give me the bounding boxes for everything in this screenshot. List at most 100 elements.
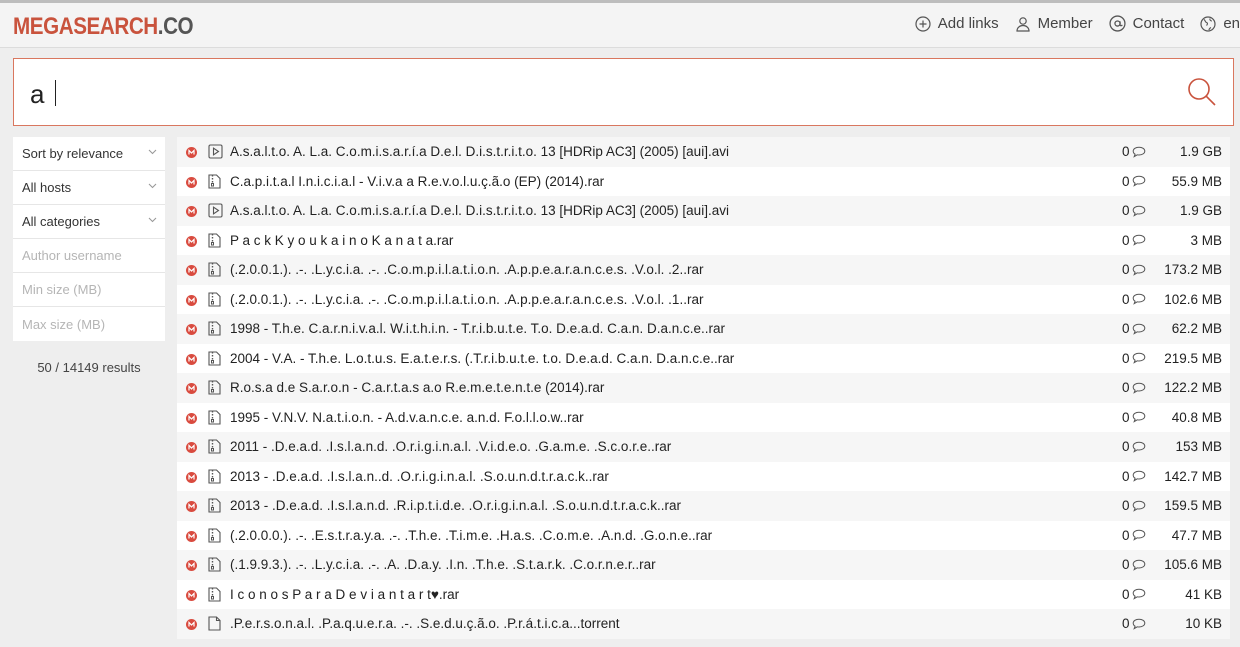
- min-size-input[interactable]: Min size (MB): [13, 273, 165, 307]
- max-size-placeholder: Max size (MB): [22, 316, 106, 332]
- file-type: [208, 380, 221, 398]
- comment-count-value: 0: [1122, 144, 1130, 159]
- comment-count-value: 0: [1122, 498, 1130, 513]
- comment-count[interactable]: 0: [1122, 144, 1146, 159]
- archive-file-icon: [208, 468, 221, 484]
- author-username-input[interactable]: Author username: [13, 239, 165, 273]
- add-links-link[interactable]: Add links: [915, 15, 999, 32]
- search-input[interactable]: [28, 77, 1152, 111]
- comment-count[interactable]: 0: [1122, 616, 1146, 631]
- archive-file-icon: [208, 409, 221, 425]
- result-row[interactable]: 2013 - .D.e.a.d. .I.s.l.a.n..d. .O.r.i.g…: [177, 461, 1230, 491]
- comment-count-value: 0: [1122, 203, 1130, 218]
- result-row[interactable]: C.a.p.i.t.a.l I.n.i.c.i.a.l - V.i.v.a a …: [177, 166, 1230, 196]
- mega-host-icon: [186, 176, 197, 188]
- comment-count-value: 0: [1122, 232, 1130, 248]
- result-title[interactable]: A.s.a.l.t.o. A. L.a. C.o.m.i.s.a.r.í.a D…: [230, 144, 729, 159]
- result-title[interactable]: 2013 - .D.e.a.d. .I.s.l.a.n..d. .O.r.i.g…: [230, 469, 609, 484]
- result-row[interactable]: 2004 - V.A. - T.h.e. L.o.t.u.s. E.a.t.e.…: [177, 343, 1230, 373]
- results-list: A.s.a.l.t.o. A. L.a. C.o.m.i.s.a.r.í.a D…: [177, 137, 1230, 639]
- file-type: [208, 232, 221, 251]
- result-row[interactable]: (.2.0.0.1.). .-. .L.y.c.i.a. .-. .C.o.m.…: [177, 255, 1230, 285]
- comment-count[interactable]: 0: [1122, 351, 1146, 366]
- hosts-select[interactable]: All hosts: [13, 171, 165, 205]
- host-badge: [186, 559, 197, 574]
- result-title[interactable]: 2011 - .D.e.a.d. .I.s.l.a.n.d. .O.r.i.g.…: [230, 439, 671, 454]
- mega-host-icon: [186, 530, 197, 542]
- result-title[interactable]: 1998 - T.h.e. C.a.r.n.i.v.a.l. W.i.t.h.i…: [230, 321, 725, 336]
- comment-icon: [1132, 146, 1145, 158]
- comment-count[interactable]: 0: [1122, 439, 1146, 454]
- site-logo[interactable]: MEGASEARCH.CO: [13, 13, 194, 41]
- result-title[interactable]: 1995 - V.N.V. N.a.t.i.o.n. - A.d.v.a.n.c…: [230, 410, 584, 425]
- result-title[interactable]: .P.e.r.s.o.n.a.l. .P.a.q.u.e.r.a. .-. .S…: [230, 616, 619, 631]
- result-title[interactable]: 2004 - V.A. - T.h.e. L.o.t.u.s. E.a.t.e.…: [230, 351, 734, 366]
- comment-count[interactable]: 0: [1122, 292, 1146, 307]
- archive-file-icon: [208, 350, 221, 366]
- host-badge: [186, 146, 197, 161]
- comment-count-value: 0: [1122, 350, 1130, 366]
- mega-host-icon: [186, 324, 197, 335]
- result-title[interactable]: R.o.s.a d.e S.a.r.o.n - C.a.r.t.a.s a.o …: [230, 380, 604, 395]
- host-badge: [186, 618, 197, 633]
- comment-count[interactable]: 0: [1122, 557, 1146, 572]
- result-row[interactable]: 1998 - T.h.e. C.a.r.n.i.v.a.l. W.i.t.h.i…: [177, 314, 1230, 344]
- result-title[interactable]: I c o n o s P a r a D e v i a n t a r t♥…: [230, 587, 459, 602]
- result-row[interactable]: 2013 - .D.e.a.d. .I.s.l.a.n.d. .R.i.p.t.…: [177, 491, 1230, 521]
- result-row[interactable]: 1995 - V.N.V. N.a.t.i.o.n. - A.d.v.a.n.c…: [177, 402, 1230, 432]
- result-title[interactable]: A.s.a.l.t.o. A. L.a. C.o.m.i.s.a.r.í.a D…: [230, 203, 729, 218]
- mega-host-icon: [186, 265, 197, 276]
- result-title[interactable]: (.2.0.0.1.). .-. .L.y.c.i.a. .-. .C.o.m.…: [230, 262, 703, 277]
- file-type: [208, 203, 223, 221]
- archive-file-icon: [208, 498, 221, 513]
- comment-count[interactable]: 0: [1122, 233, 1146, 248]
- result-row[interactable]: 2011 - .D.e.a.d. .I.s.l.a.n.d. .O.r.i.g.…: [177, 432, 1230, 462]
- result-row[interactable]: R.o.s.a d.e S.a.r.o.n - C.a.r.t.a.s a.o …: [177, 373, 1230, 403]
- add-links-label: Add links: [937, 15, 999, 32]
- archive-file-icon: [208, 527, 221, 543]
- archive-file-icon: [208, 586, 221, 602]
- result-row[interactable]: I c o n o s P a r a D e v i a n t a r t♥…: [177, 579, 1230, 609]
- comment-icon: [1132, 323, 1145, 335]
- mega-host-icon: [186, 471, 197, 483]
- comment-count[interactable]: 0: [1122, 469, 1146, 484]
- comment-count[interactable]: 0: [1122, 380, 1146, 395]
- comment-count[interactable]: 0: [1122, 587, 1146, 602]
- comment-count[interactable]: 0: [1122, 321, 1146, 336]
- member-link[interactable]: Member: [1015, 15, 1093, 32]
- contact-link[interactable]: Contact: [1109, 15, 1184, 32]
- host-badge: [186, 530, 197, 545]
- result-title[interactable]: C.a.p.i.t.a.l I.n.i.c.i.a.l - V.i.v.a a …: [230, 174, 604, 189]
- result-row[interactable]: A.s.a.l.t.o. A. L.a. C.o.m.i.s.a.r.í.a D…: [177, 196, 1230, 226]
- result-title[interactable]: P a c k K y o u k a i n o K a n a t a.ra…: [230, 233, 453, 248]
- comment-count[interactable]: 0: [1122, 498, 1146, 513]
- max-size-input[interactable]: Max size (MB): [13, 307, 165, 341]
- result-row[interactable]: A.s.a.l.t.o. A. L.a. C.o.m.i.s.a.r.í.a D…: [177, 137, 1230, 167]
- result-row[interactable]: (.2.0.0.0.). .-. .E.s.t.r.a.y.a. .-. .T.…: [177, 520, 1230, 550]
- comment-count[interactable]: 0: [1122, 203, 1146, 218]
- result-row[interactable]: (.1.9.9.3.). .-. .L.y.c.i.a. .-. .A. .D.…: [177, 550, 1230, 580]
- language-selector[interactable]: en: [1200, 15, 1240, 32]
- comment-count[interactable]: 0: [1122, 262, 1146, 277]
- result-title[interactable]: (.2.0.0.0.). .-. .E.s.t.r.a.y.a. .-. .T.…: [230, 528, 712, 543]
- comment-count[interactable]: 0: [1122, 528, 1146, 543]
- comment-icon: [1132, 234, 1145, 246]
- result-row[interactable]: P a c k K y o u k a i n o K a n a t a.ra…: [177, 225, 1230, 255]
- result-title[interactable]: (.2.0.0.1.). .-. .L.y.c.i.a. .-. .C.o.m.…: [230, 292, 703, 307]
- categories-select[interactable]: All categories: [13, 205, 165, 239]
- result-title[interactable]: 2013 - .D.e.a.d. .I.s.l.a.n.d. .R.i.p.t.…: [230, 498, 681, 513]
- comment-count[interactable]: 0: [1122, 410, 1146, 425]
- result-row[interactable]: .P.e.r.s.o.n.a.l. .P.a.q.u.e.r.a. .-. .S…: [177, 609, 1230, 639]
- comment-icon: [1132, 205, 1145, 217]
- comment-icon: [1132, 618, 1145, 630]
- sort-select[interactable]: Sort by relevance: [13, 137, 165, 171]
- file-size: 102.6 MB: [1164, 291, 1222, 307]
- comment-count[interactable]: 0: [1122, 174, 1146, 189]
- file-size: 62.2 MB: [1171, 321, 1222, 336]
- file-size: 159.5 MB: [1164, 498, 1222, 513]
- result-title[interactable]: (.1.9.9.3.). .-. .L.y.c.i.a. .-. .A. .D.…: [230, 557, 656, 572]
- result-row[interactable]: (.2.0.0.1.). .-. .L.y.c.i.a. .-. .C.o.m.…: [177, 284, 1230, 314]
- comment-icon: [1132, 352, 1145, 364]
- host-badge: [186, 323, 197, 338]
- search-button[interactable]: [1187, 77, 1217, 112]
